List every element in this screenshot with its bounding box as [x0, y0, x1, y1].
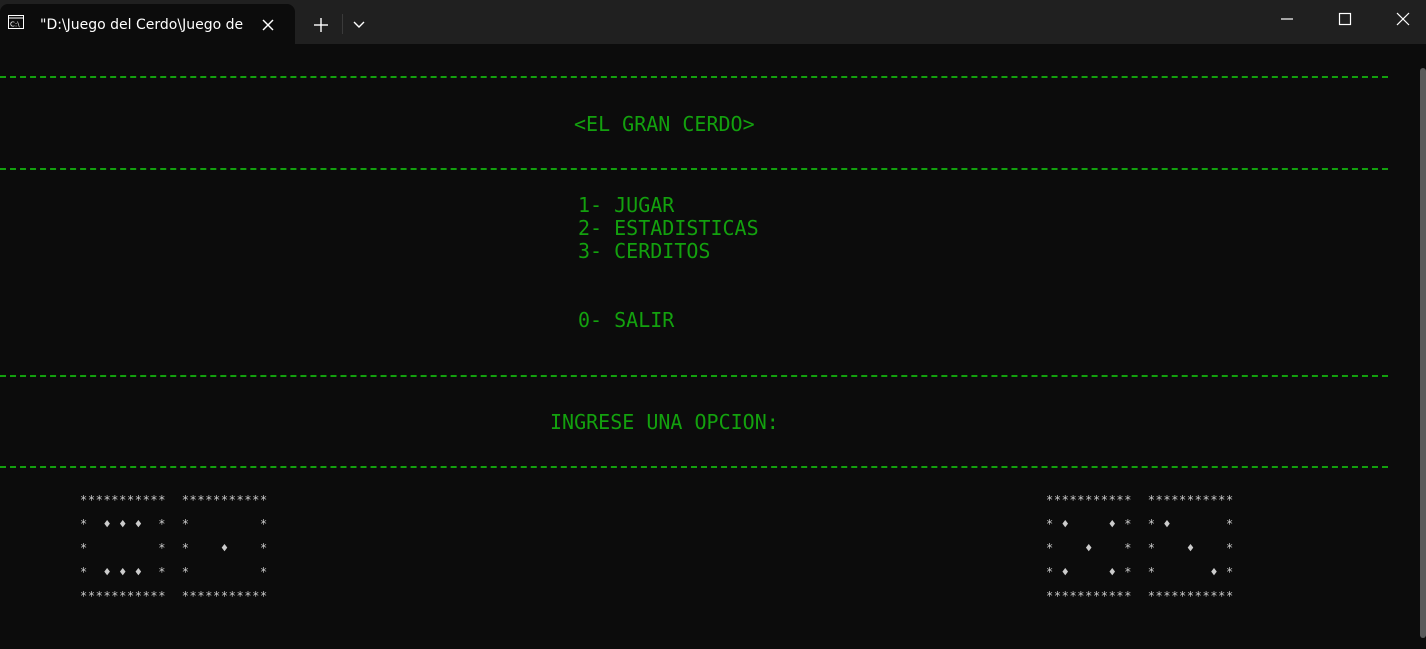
divider-line: [0, 76, 1388, 78]
scrollbar[interactable]: [1420, 68, 1426, 638]
dice-art-right: *********** *********** * ♦ ♦ * * ♦ * * …: [1046, 493, 1234, 603]
divider-line: [0, 466, 1388, 468]
dice-art-left: *********** *********** * ♦ ♦ ♦ * * * * …: [80, 493, 268, 603]
tab-active[interactable]: C:\ "D:\Juego del Cerdo\Juego de: [0, 4, 295, 44]
terminal-icon: C:\: [8, 15, 24, 29]
terminal-window: C:\ "D:\Juego del Cerdo\Juego de <EL GRA…: [0, 0, 1426, 649]
new-tab-plus-icon[interactable]: [308, 12, 334, 38]
game-title: <EL GRAN CERDO>: [574, 112, 755, 136]
divider-line: [0, 375, 1388, 377]
divider-line: [0, 168, 1388, 170]
maximize-icon[interactable]: [1332, 6, 1358, 32]
tab-title: "D:\Juego del Cerdo\Juego de: [40, 17, 244, 33]
svg-text:C:\: C:\: [10, 21, 20, 29]
minimize-icon[interactable]: [1274, 6, 1300, 32]
menu-option-salir: 0- SALIR: [578, 308, 675, 332]
chevron-down-icon[interactable]: [348, 12, 370, 38]
menu-option-estadisticas: 2- ESTADISTICAS: [578, 216, 759, 240]
title-bar: C:\ "D:\Juego del Cerdo\Juego de: [0, 0, 1426, 44]
menu-option-jugar: 1- JUGAR: [578, 193, 675, 217]
menu-option-cerditos: 3- CERDITOS: [578, 239, 711, 263]
input-prompt: INGRESE UNA OPCION:: [550, 410, 779, 434]
close-tab-icon[interactable]: [258, 15, 278, 35]
console-output[interactable]: <EL GRAN CERDO> 1- JUGAR 2- ESTADISTICAS…: [0, 44, 1420, 649]
close-icon[interactable]: [1390, 6, 1416, 32]
tab-separator: [342, 14, 343, 34]
